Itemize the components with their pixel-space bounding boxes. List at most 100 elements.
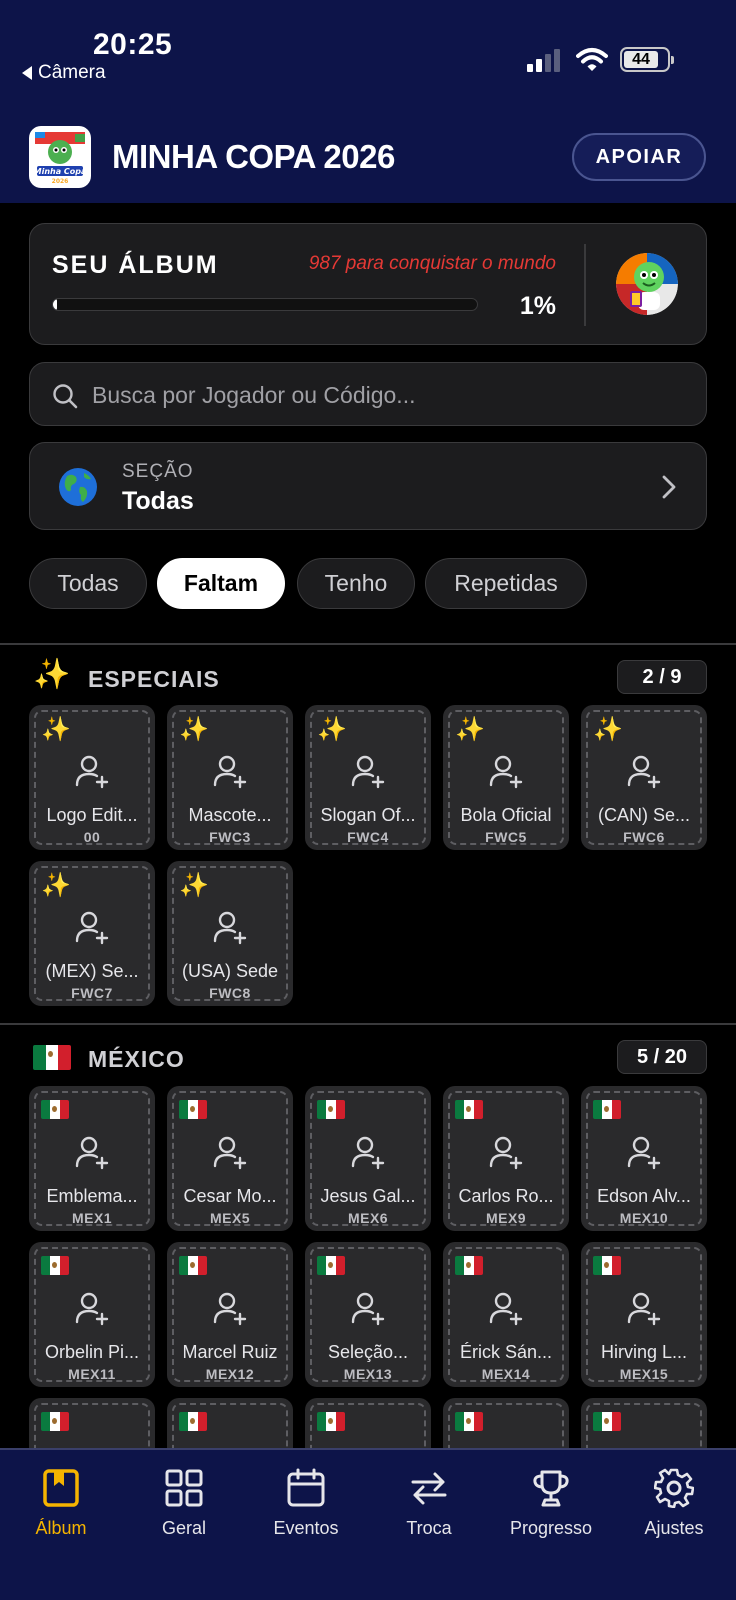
sparkles-icon: ✨ xyxy=(179,716,209,743)
sticker-name: Seleção... xyxy=(327,1342,409,1362)
sparkles-icon: ✨ xyxy=(41,716,71,743)
search-input[interactable] xyxy=(92,375,672,415)
nav-progresso[interactable]: Progresso xyxy=(496,1468,606,1548)
divider xyxy=(0,1023,736,1025)
add-person-icon xyxy=(212,1134,248,1170)
status-time: 20:25 xyxy=(93,28,173,61)
sticker-code: MEX10 xyxy=(619,1210,669,1226)
svg-text:2026: 2026 xyxy=(52,178,69,185)
nav-label: Ajustes xyxy=(644,1518,704,1538)
filter-todas[interactable]: Todas xyxy=(29,558,147,609)
battery-level: 44 xyxy=(624,51,658,68)
add-person-icon xyxy=(488,1134,524,1170)
sticker-code: FWC6 xyxy=(623,829,665,845)
sticker-code: FWC4 xyxy=(347,829,389,845)
sticker-card[interactable]: Seleção... MEX13 xyxy=(305,1242,431,1387)
filter-faltam[interactable]: Faltam xyxy=(157,558,285,609)
mexico-flag-icon xyxy=(179,1256,207,1275)
mexico-flag-icon xyxy=(455,1256,483,1275)
sticker-card[interactable]: Cesar Mo... MEX5 xyxy=(167,1086,293,1231)
mascot-avatar[interactable] xyxy=(616,253,678,315)
sticker-card[interactable]: Orbelin Pi... MEX11 xyxy=(29,1242,155,1387)
add-person-icon xyxy=(74,1134,110,1170)
sticker-card[interactable]: ✨ Mascote... FWC3 xyxy=(167,705,293,850)
album-icon xyxy=(43,1469,79,1507)
back-label: Câmera xyxy=(38,62,106,83)
sticker-card[interactable]: ✨ Slogan Of... FWC4 xyxy=(305,705,431,850)
sticker-name: Carlos Ro... xyxy=(458,1186,554,1206)
add-person-icon xyxy=(212,753,248,789)
sparkles-icon: ✨ xyxy=(593,716,623,743)
sticker-name: (MEX) Se... xyxy=(45,961,139,981)
add-person-icon xyxy=(74,753,110,789)
sticker-card[interactable]: Emblema... MEX1 xyxy=(29,1086,155,1231)
add-person-icon xyxy=(350,1134,386,1170)
trophy-icon xyxy=(533,1470,569,1507)
nav-label: Álbum xyxy=(35,1518,87,1538)
sticker-card[interactable]: Marcel Ruiz MEX12 xyxy=(167,1242,293,1387)
calendar-icon xyxy=(287,1468,325,1507)
sticker-code: MEX6 xyxy=(347,1210,389,1226)
back-to-camera-link[interactable]: Câmera xyxy=(22,62,106,84)
sticker-code: MEX5 xyxy=(209,1210,251,1226)
album-progress-bar xyxy=(52,298,478,311)
sticker-code: MEX11 xyxy=(68,1366,116,1382)
sticker-code: FWC5 xyxy=(485,829,527,845)
sticker-card[interactable]: ✨ (CAN) Se... FWC6 xyxy=(581,705,707,850)
cellular-signal-icon xyxy=(527,48,560,72)
nav-geral[interactable]: Geral xyxy=(129,1468,239,1548)
nav-label: Eventos xyxy=(273,1518,339,1538)
album-progress-card[interactable]: SEU ÁLBUM 987 para conquistar o mundo 1% xyxy=(29,223,707,345)
nav-ajustes[interactable]: Ajustes xyxy=(619,1468,729,1548)
sparkles-icon: ✨ xyxy=(455,716,485,743)
sticker-name: Logo Edit... xyxy=(46,805,138,825)
mexico-flag-icon xyxy=(593,1412,621,1431)
add-person-icon xyxy=(212,1290,248,1326)
add-person-icon xyxy=(74,909,110,945)
group-count-especiais: 2 / 9 xyxy=(617,660,707,694)
sticker-card[interactable]: ✨ Bola Oficial FWC5 xyxy=(443,705,569,850)
album-percent: 1% xyxy=(519,292,556,320)
nav-label: Geral xyxy=(161,1518,206,1538)
sticker-code: MEX15 xyxy=(619,1366,669,1382)
sticker-card[interactable]: ✨ (USA) Sede FWC8 xyxy=(167,861,293,1006)
sticker-card[interactable]: Hirving L... MEX15 xyxy=(581,1242,707,1387)
sticker-card[interactable]: Érick Sán... MEX14 xyxy=(443,1242,569,1387)
add-person-icon xyxy=(212,909,248,945)
mexico-flag-icon xyxy=(33,1045,71,1070)
sticker-name: Mascote... xyxy=(188,805,272,825)
sticker-code: MEX1 xyxy=(71,1210,113,1226)
section-value: Todas xyxy=(122,487,194,515)
divider xyxy=(0,643,736,645)
sticker-code: MEX9 xyxy=(485,1210,527,1226)
mexico-flag-icon xyxy=(317,1256,345,1275)
sticker-code: FWC8 xyxy=(209,985,251,1001)
swap-icon xyxy=(411,1472,447,1505)
search-bar xyxy=(29,362,707,426)
sticker-card[interactable]: Jesus Gal... MEX6 xyxy=(305,1086,431,1231)
back-arrow-icon xyxy=(22,66,32,80)
app-logo: Minha Copa 2026 xyxy=(29,126,91,188)
nav-troca[interactable]: Troca xyxy=(374,1468,484,1548)
nav-eventos[interactable]: Eventos xyxy=(251,1468,361,1548)
add-person-icon xyxy=(626,1134,662,1170)
album-progress-fill xyxy=(53,299,58,310)
sticker-card[interactable]: Carlos Ro... MEX9 xyxy=(443,1086,569,1231)
add-person-icon xyxy=(626,753,662,789)
globe-icon xyxy=(59,468,97,506)
filter-repetidas[interactable]: Repetidas xyxy=(425,558,587,609)
sticker-card[interactable]: ✨ (MEX) Se... FWC7 xyxy=(29,861,155,1006)
mexico-flag-icon xyxy=(455,1412,483,1431)
filter-tenho[interactable]: Tenho xyxy=(297,558,415,609)
support-button[interactable]: APOIAR xyxy=(572,133,706,181)
nav-album[interactable]: Álbum xyxy=(6,1468,116,1548)
sticker-name: (CAN) Se... xyxy=(597,805,690,825)
section-selector[interactable]: SEÇÃO Todas xyxy=(29,442,707,530)
sticker-card[interactable]: ✨ Logo Edit... 00 xyxy=(29,705,155,850)
mexico-flag-icon xyxy=(593,1100,621,1119)
nav-label: Troca xyxy=(406,1518,452,1538)
sticker-card[interactable]: Edson Alv... MEX10 xyxy=(581,1086,707,1231)
add-person-icon xyxy=(74,1290,110,1326)
sticker-code: MEX12 xyxy=(205,1366,255,1382)
group-title-mexico: MÉXICO xyxy=(88,1046,185,1072)
